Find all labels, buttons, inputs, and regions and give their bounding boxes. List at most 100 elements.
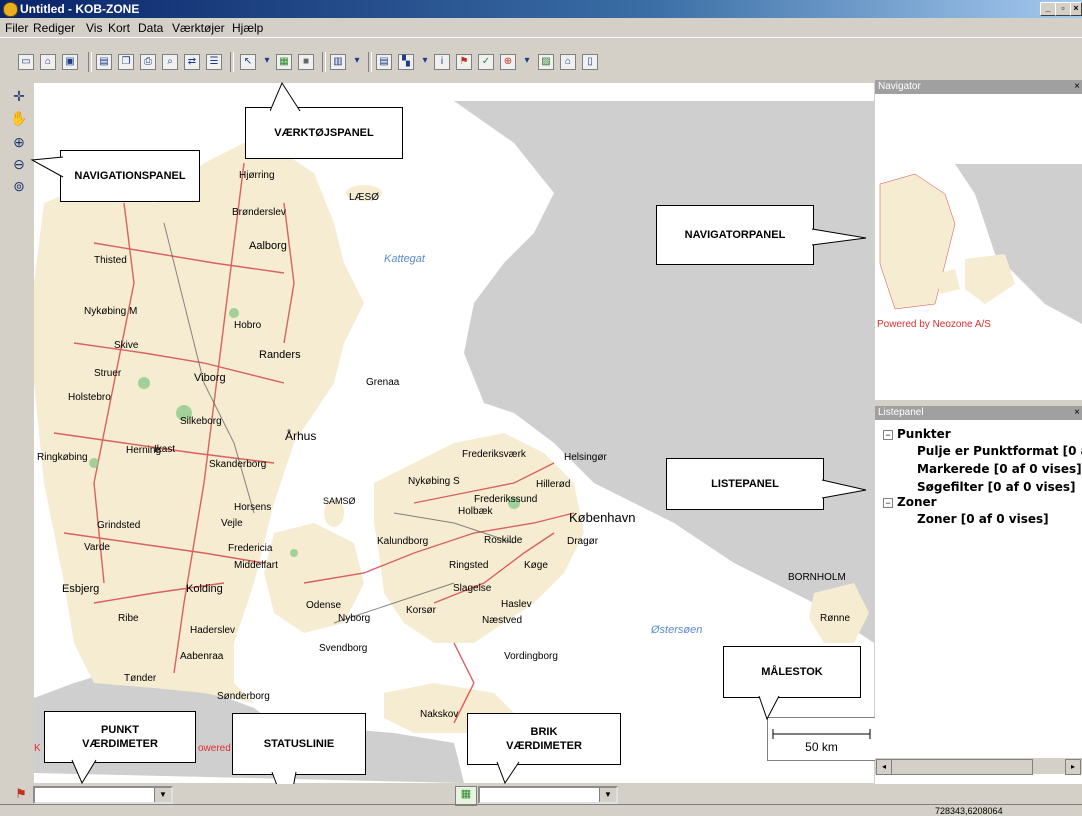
window-layout-icon[interactable]: ▚ xyxy=(398,54,414,70)
collapse-icon[interactable]: − xyxy=(883,498,893,508)
status-bar: ⚑ ▼ ▦ ▼ xyxy=(0,784,1082,816)
save-icon[interactable]: ▣ xyxy=(62,54,78,70)
map-label: Næstved xyxy=(482,615,523,626)
menu-data[interactable]: Data xyxy=(138,21,163,35)
tree-item[interactable]: Zoner [0 af 0 vises] xyxy=(917,512,1049,526)
tree-item[interactable]: Markerede [0 af 0 vises] xyxy=(917,462,1082,476)
map-label: Nykøbing M xyxy=(84,306,138,317)
map-label: Dragør xyxy=(567,536,599,547)
zoom-extent-icon[interactable]: ⊚ xyxy=(9,176,29,196)
callout-scale: MÅLESTOK xyxy=(723,646,861,698)
menu-kort[interactable]: Kort xyxy=(108,21,130,35)
callout-tile-value: BRIK VÆRDIMETER xyxy=(467,713,621,765)
zone-icon[interactable]: ⊕ xyxy=(500,54,516,70)
callout-navigation: NAVIGATIONSPANEL xyxy=(60,150,200,202)
layer-icon[interactable]: ▦ xyxy=(276,54,292,70)
zoom-in-icon[interactable]: ⊕ xyxy=(9,132,29,152)
open-folder-icon[interactable]: ⌂ xyxy=(40,54,56,70)
point-marker-icon[interactable]: ⚑ xyxy=(10,786,32,804)
map-label: Middelfart xyxy=(234,560,278,571)
map-label: København xyxy=(569,510,636,525)
map-credit-left: K xyxy=(34,743,41,754)
callout-point-value-line1: PUNKT xyxy=(101,724,139,736)
filter-icon[interactable]: ✓ xyxy=(478,54,494,70)
navigator-map[interactable]: Powered by Neozone A/S xyxy=(875,164,1082,330)
map-label: Aabenraa xyxy=(180,651,224,662)
title-bar: Untitled - KOB-ZONE _ ▫ × xyxy=(0,0,1082,18)
toolbar: ▭ ⌂ ▣ ▤ ❐ ⎙ ⌕ ⇄ ☰ ↖ ▾ ▦ ■ ▥ ▾ ▤ ▚ ▾ i ⚑ … xyxy=(0,37,1082,84)
map-label: Haslev xyxy=(501,599,532,610)
map-label: Ikast xyxy=(154,444,176,455)
callout-navigator: NAVIGATORPANEL xyxy=(656,205,814,265)
map-label: Skive xyxy=(114,340,139,351)
dropdown-arrow-icon-3[interactable]: ▾ xyxy=(420,54,430,70)
info-icon[interactable]: i xyxy=(434,54,450,70)
map-label: Hobro xyxy=(234,320,262,331)
chevron-down-icon[interactable]: ▼ xyxy=(599,788,616,802)
zoom-out-icon[interactable]: ⊖ xyxy=(9,154,29,174)
dropdown-arrow-icon[interactable]: ▾ xyxy=(262,54,272,70)
copy-icon[interactable]: ❐ xyxy=(118,54,134,70)
map-label: BORNHOLM xyxy=(788,572,846,583)
map-label: Køge xyxy=(524,560,548,571)
dropdown-arrow-icon-4[interactable]: ▾ xyxy=(522,54,532,70)
map-label: Vejle xyxy=(221,518,243,529)
new-file-icon[interactable]: ▭ xyxy=(18,54,34,70)
horizontal-scrollbar[interactable]: ◂ ▸ xyxy=(875,758,1082,775)
map-label: Silkeborg xyxy=(180,416,222,427)
map-label: Thisted xyxy=(94,255,127,266)
table-icon[interactable]: ▤ xyxy=(376,54,392,70)
properties-icon[interactable]: ☰ xyxy=(206,54,222,70)
navigation-toolbar: ✛ ✋ ⊕ ⊖ ⊚ xyxy=(8,84,32,214)
pan-hand-icon[interactable]: ✋ xyxy=(9,108,29,128)
collapse-icon[interactable]: − xyxy=(883,430,893,440)
menu-rediger[interactable]: Rediger xyxy=(33,21,75,35)
tree-item[interactable]: Søgefilter [0 af 0 vises] xyxy=(917,480,1075,494)
map-label: Fredericia xyxy=(228,543,273,554)
dropdown-arrow-icon-2[interactable]: ▾ xyxy=(352,54,362,70)
tree-item[interactable]: Pulje er Punktformat [0 af 0 xyxy=(917,444,1082,458)
listpanel-title: Listepanel × xyxy=(875,406,1082,420)
chevron-down-icon[interactable]: ▼ xyxy=(154,788,171,802)
tree-group-zoner[interactable]: Zoner xyxy=(897,495,937,509)
point-marker-icon[interactable]: ⚑ xyxy=(456,54,472,70)
select-tool-icon[interactable]: ↖ xyxy=(240,54,256,70)
map-label: Frederikssund xyxy=(474,494,538,505)
map-label: Sønderborg xyxy=(217,691,270,702)
menu-hjaelp[interactable]: Hjælp xyxy=(232,21,263,35)
point-value-combo[interactable]: ▼ xyxy=(33,786,173,804)
chart-icon[interactable]: ▥ xyxy=(330,54,346,70)
stop-icon[interactable]: ■ xyxy=(298,54,314,70)
restore-button[interactable]: ▫ xyxy=(1055,2,1071,16)
map-label: Viborg xyxy=(194,372,226,384)
minimize-button[interactable]: _ xyxy=(1040,2,1056,16)
map-label: Odense xyxy=(306,600,342,611)
pointer-icon[interactable]: ✛ xyxy=(9,86,29,106)
menu-vaerktojer[interactable]: Værktøjer xyxy=(172,21,225,35)
map-label: Grenaa xyxy=(366,377,400,388)
tile-grid-icon[interactable]: ▦ xyxy=(455,786,477,806)
home-icon[interactable]: ⌂ xyxy=(560,54,576,70)
export-icon[interactable]: ⇄ xyxy=(184,54,200,70)
tree-group-punkter[interactable]: Punkter xyxy=(897,427,951,441)
map-label: Vordingborg xyxy=(504,651,558,662)
list-panel[interactable]: Listepanel × − Punkter Pulje er Punktform… xyxy=(875,406,1082,784)
map-label: Tønder xyxy=(124,673,157,684)
map-label: Skanderborg xyxy=(209,459,267,470)
tile-value-combo[interactable]: ▼ xyxy=(478,786,618,804)
cut-icon[interactable]: ▤ xyxy=(96,54,112,70)
callout-tile-value-line2: VÆRDIMETER xyxy=(506,740,582,752)
map-label: SAMSØ xyxy=(323,496,356,506)
menu-filer[interactable]: Filer xyxy=(5,21,28,35)
close-button[interactable]: × xyxy=(1070,2,1082,16)
document-icon[interactable]: ▯ xyxy=(582,54,598,70)
image-icon[interactable]: ▨ xyxy=(538,54,554,70)
menu-vis[interactable]: Vis xyxy=(86,21,102,35)
map-label: Rønne xyxy=(820,613,851,624)
print-icon[interactable]: ⎙ xyxy=(140,54,156,70)
print-preview-icon[interactable]: ⌕ xyxy=(162,54,178,70)
navigator-panel[interactable]: Navigator × Powered by Neozone A/S xyxy=(875,80,1082,400)
map-label: Aalborg xyxy=(249,240,287,252)
map-label: Østersøen xyxy=(651,624,703,636)
callout-toolbar: VÆRKTØJSPANEL xyxy=(245,107,403,159)
